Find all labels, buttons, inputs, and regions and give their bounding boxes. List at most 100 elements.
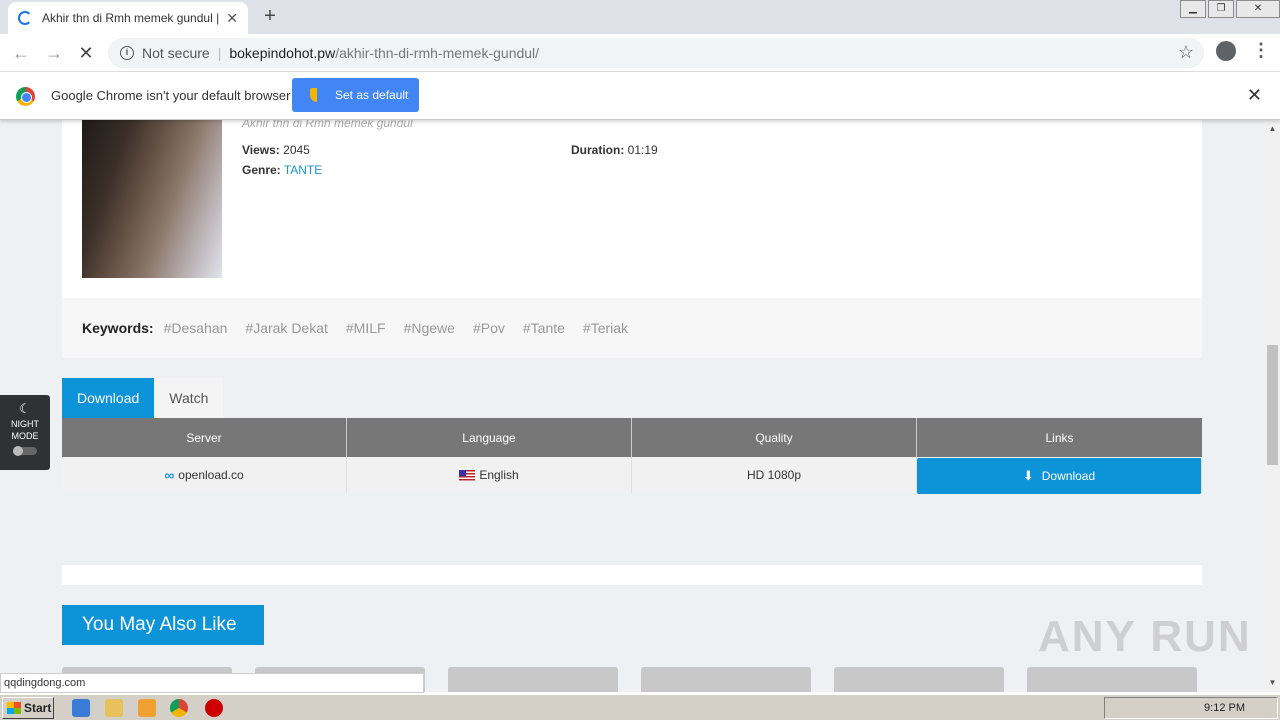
server-name: openload.co <box>178 468 244 482</box>
security-label: Not secure <box>142 45 210 61</box>
system-tray: 9:12 PM <box>1104 697 1278 719</box>
infobar-message: Google Chrome isn't your default browser <box>51 88 291 103</box>
internet-explorer-icon[interactable] <box>72 699 90 717</box>
default-browser-infobar: Google Chrome isn't your default browser… <box>0 72 1280 120</box>
back-arrow-icon[interactable]: ← <box>10 42 32 64</box>
chrome-logo-icon <box>16 87 35 106</box>
tab-watch[interactable]: Watch <box>154 378 224 418</box>
window-controls: ▁ ❐ ✕ <box>1178 0 1280 20</box>
header-language: Language <box>347 418 632 457</box>
night-mode-label-1: NIGHT <box>11 419 39 429</box>
antivirus-icon[interactable] <box>205 699 223 717</box>
night-mode-label-2: MODE <box>11 431 39 441</box>
related-section-title: You May Also Like <box>62 605 264 645</box>
us-flag-icon <box>459 469 476 481</box>
windows-logo-icon <box>7 702 21 714</box>
media-player-icon[interactable] <box>138 699 156 717</box>
loading-spinner-icon <box>18 11 32 25</box>
forward-arrow-icon[interactable]: → <box>43 42 65 64</box>
tab-close-icon[interactable]: ✕ <box>226 10 238 27</box>
page-scrollbar[interactable]: ▲ ▼ <box>1265 120 1280 692</box>
address-bar[interactable]: i Not secure | bokepindohot.pw /akhir-th… <box>108 38 1204 68</box>
video-info-card: Akhir thn di Rmh memek gundul Views: 204… <box>62 120 1202 298</box>
keyword-link[interactable]: #Jarak Dekat <box>245 320 327 336</box>
keywords-label: Keywords: <box>82 320 154 336</box>
tab-title: Akhir thn di Rmh memek gundul | Vid <box>42 11 221 25</box>
genre-link[interactable]: TANTE <box>284 163 322 177</box>
new-tab-button[interactable]: + <box>258 4 282 28</box>
restore-button[interactable]: ❐ <box>1208 0 1234 18</box>
night-mode-toggle[interactable] <box>13 446 37 456</box>
url-separator: | <box>217 45 222 61</box>
scrollbar-thumb[interactable] <box>1267 345 1278 465</box>
shield-icon <box>310 88 324 102</box>
keyword-link[interactable]: #Tante <box>523 320 565 336</box>
anyrun-watermark: ANY RUN <box>1038 612 1252 661</box>
header-links: Links <box>917 418 1202 457</box>
scroll-down-icon[interactable]: ▼ <box>1265 676 1280 690</box>
bookmark-star-icon[interactable]: ☆ <box>1178 42 1194 63</box>
download-link-button[interactable]: ⬇ Download <box>917 458 1202 494</box>
moon-icon: ☾ <box>19 401 31 416</box>
download-watch-tabs: Download Watch <box>62 378 224 418</box>
windows-taskbar: Start 9:12 PM <box>0 694 1280 720</box>
scroll-up-icon[interactable]: ▲ <box>1265 122 1280 136</box>
related-video-thumbnail[interactable] <box>448 667 618 692</box>
server-cell: ∞ openload.co <box>62 457 347 493</box>
window-close-button[interactable]: ✕ <box>1236 0 1280 18</box>
stop-loading-icon[interactable]: ✕ <box>75 42 97 64</box>
table-header-row: Server Language Quality Links <box>62 418 1202 457</box>
profile-avatar-icon[interactable] <box>1216 41 1236 61</box>
duration-label: Duration: <box>571 143 625 157</box>
duration-value: 01:19 <box>627 143 658 157</box>
keyword-link[interactable]: #Pov <box>473 320 505 336</box>
info-icon[interactable]: i <box>120 46 134 60</box>
section-divider <box>62 565 1202 585</box>
url-host: bokepindohot.pw <box>229 45 336 61</box>
title-bar: Akhir thn di Rmh memek gundul | Vid ✕ + … <box>0 0 1280 34</box>
download-icon: ⬇ <box>1022 468 1034 483</box>
keyword-link[interactable]: #MILF <box>346 320 386 336</box>
set-default-button[interactable]: Set as default <box>292 78 419 112</box>
url-path: /akhir-thn-di-rmh-memek-gundul/ <box>335 45 540 61</box>
chrome-taskbar-icon[interactable] <box>170 699 188 717</box>
menu-kebab-icon[interactable]: ⋮ <box>1252 40 1270 61</box>
start-label: Start <box>24 701 52 715</box>
views-value: 2045 <box>283 143 310 157</box>
language-cell: English <box>347 457 632 493</box>
keyword-link[interactable]: #Desahan <box>164 320 228 336</box>
infobar-close-icon[interactable]: ✕ <box>1247 85 1262 106</box>
infinity-icon: ∞ <box>164 467 175 483</box>
minimize-button[interactable]: ▁ <box>1180 0 1206 18</box>
clock-time: 9:12 PM <box>1204 702 1245 714</box>
set-default-label: Set as default <box>335 88 409 102</box>
start-button[interactable]: Start <box>2 697 54 719</box>
download-table: Server Language Quality Links ∞ openload… <box>62 418 1202 494</box>
duration-field: Duration: 01:19 <box>571 143 658 157</box>
video-thumbnail[interactable] <box>82 120 222 278</box>
related-video-thumbnail[interactable] <box>1027 667 1197 692</box>
related-video-thumbnail[interactable] <box>834 667 1004 692</box>
genre-field: Genre: TANTE <box>242 163 322 177</box>
language-name: English <box>479 468 519 482</box>
status-bar-url: qqdingdong.com <box>0 673 424 693</box>
keyword-link[interactable]: #Teriak <box>583 320 628 336</box>
genre-label: Genre: <box>242 163 281 177</box>
file-explorer-icon[interactable] <box>105 699 123 717</box>
download-link-label: Download <box>1041 469 1096 483</box>
page-viewport: Akhir thn di Rmh memek gundul Views: 204… <box>0 120 1265 692</box>
keyword-link[interactable]: #Ngewe <box>404 320 455 336</box>
header-quality: Quality <box>632 418 917 457</box>
tab-download[interactable]: Download <box>62 378 155 418</box>
views-field: Views: 2045 <box>242 143 310 157</box>
keywords-bar: Keywords: #Desahan #Jarak Dekat #MILF #N… <box>62 298 1202 358</box>
header-server: Server <box>62 418 347 457</box>
quality-cell: HD 1080p <box>632 457 917 493</box>
views-label: Views: <box>242 143 280 157</box>
related-video-thumbnail[interactable] <box>641 667 811 692</box>
night-mode-widget[interactable]: ☾ NIGHT MODE <box>0 395 50 470</box>
browser-tab[interactable]: Akhir thn di Rmh memek gundul | Vid ✕ <box>8 2 248 34</box>
browser-toolbar: ← → ✕ i Not secure | bokepindohot.pw /ak… <box>0 34 1280 72</box>
video-subtitle: Akhir thn di Rmh memek gundul <box>242 120 413 130</box>
table-row: ∞ openload.co English HD 1080p ⬇ Downloa… <box>62 457 1202 494</box>
